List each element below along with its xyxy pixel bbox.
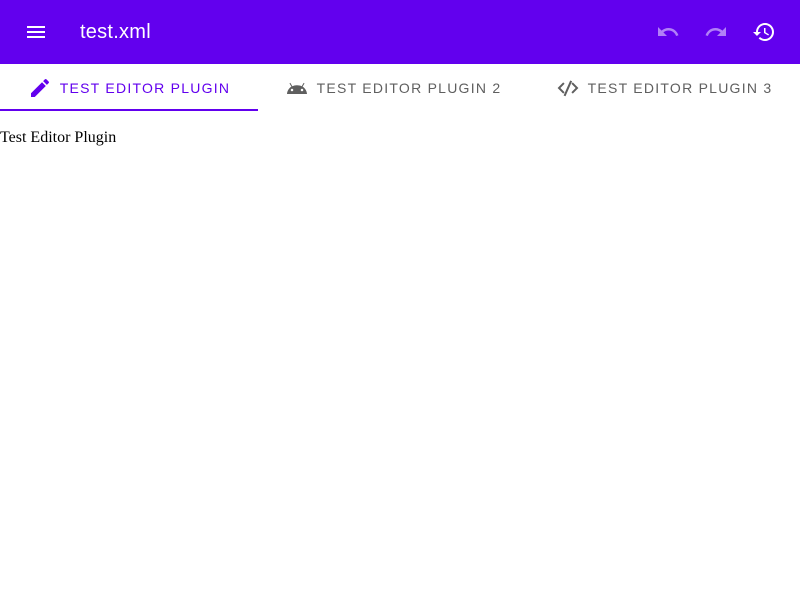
tab-test-editor-plugin-3[interactable]: Test Editor Plugin 3 [528, 64, 800, 112]
undo-button[interactable] [644, 8, 692, 56]
tab-test-editor-plugin-2[interactable]: Test Editor Plugin 2 [258, 64, 528, 112]
redo-button[interactable] [692, 8, 740, 56]
active-tab-indicator [0, 109, 258, 111]
pencil-icon [28, 76, 52, 100]
tab-test-editor-plugin[interactable]: Test Editor Plugin [0, 64, 258, 112]
tab-label: Test Editor Plugin 3 [587, 80, 773, 96]
code-slash-icon [556, 76, 580, 100]
redo-icon [704, 20, 728, 44]
tab-label: Test Editor Plugin 2 [316, 80, 502, 96]
file-title: test.xml [80, 21, 151, 43]
menu-button[interactable] [12, 8, 60, 56]
plugin-content-text: Test Editor Plugin [0, 129, 117, 146]
android-icon [285, 76, 309, 100]
app-bar: test.xml [0, 0, 800, 64]
history-icon [752, 20, 776, 44]
editor-tab-bar: Test Editor Plugin Test Editor Plugin 2 … [0, 64, 800, 112]
history-button[interactable] [740, 8, 788, 56]
editor-content: Test Editor Plugin [0, 112, 800, 600]
tab-label: Test Editor Plugin [59, 80, 231, 96]
menu-icon [24, 20, 48, 44]
undo-icon [656, 20, 680, 44]
